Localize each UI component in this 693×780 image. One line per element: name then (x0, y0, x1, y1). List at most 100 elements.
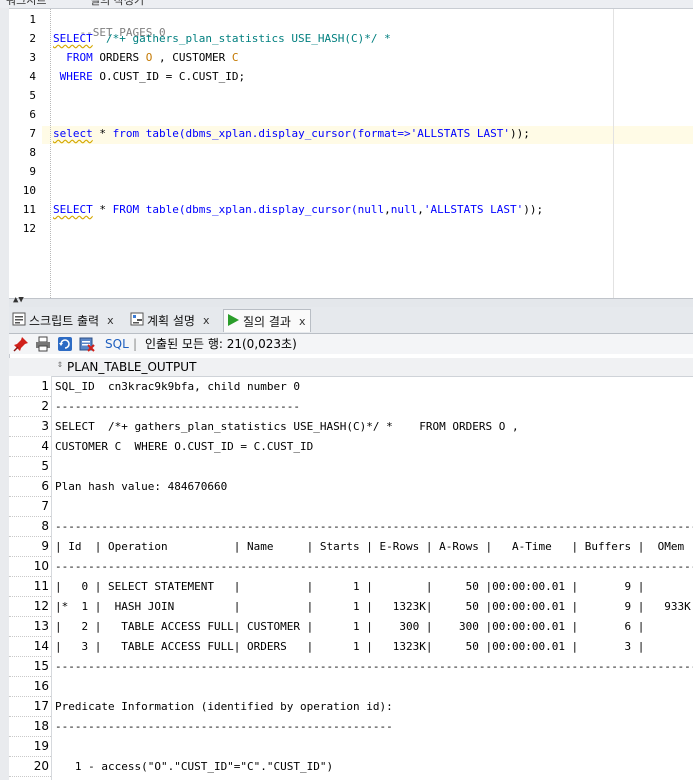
pin-icon[interactable] (13, 336, 29, 352)
line-number: 3 (29, 51, 36, 64)
code-text: , (384, 203, 391, 216)
row-number[interactable]: 17 (9, 699, 49, 713)
row-separator (9, 596, 51, 597)
tab-query-result[interactable]: 질의 결과 x (223, 309, 311, 332)
hint-text: /*+ gathers_plan_statistics USE_HASH(C)*… (92, 32, 391, 45)
top-tab-worksheet[interactable]: 워크시트 (6, 0, 46, 8)
row-number[interactable]: 5 (9, 459, 49, 473)
row-separator (9, 396, 51, 397)
code-line-4[interactable]: WHERE O.CUST_ID = C.CUST_ID; (53, 70, 245, 83)
row-separator (9, 616, 51, 617)
table-row[interactable]: SELECT /*+ gathers_plan_statistics USE_H… (55, 420, 519, 433)
row-number[interactable]: 9 (9, 539, 49, 553)
tab-script-output[interactable]: 스크립트 출력 x (12, 309, 114, 331)
close-icon[interactable]: x (107, 314, 114, 327)
tab-label: 계획 설명 (147, 313, 195, 328)
row-number[interactable]: 2 (9, 399, 49, 413)
line-number-gutter: 1 2 3 4 5 6 7 8 9 10 11 12 (9, 9, 42, 298)
results-toolbar: SQL | 인출된 모든 행: 21(0,023초) (9, 334, 693, 354)
alias-c: C (231, 51, 239, 64)
code-text: * (92, 203, 113, 216)
cancel-fetch-icon[interactable] (79, 336, 95, 352)
table-row[interactable]: | 0 | SELECT STATEMENT | | 1 | | 50 |00:… (55, 580, 693, 593)
sql-editor[interactable]: 1 2 3 4 5 6 7 8 9 10 11 12 --SET PAGES 0… (9, 9, 693, 298)
row-separator (9, 456, 51, 457)
row-number[interactable]: 19 (9, 739, 49, 753)
row-number[interactable]: 15 (9, 659, 49, 673)
line-number: 1 (29, 13, 36, 26)
grid-header: ⇕ PLAN_TABLE_OUTPUT (9, 358, 693, 377)
row-number[interactable]: 10 (9, 559, 49, 573)
code-line-2[interactable]: SELECT /*+ gathers_plan_statistics USE_H… (53, 32, 391, 45)
table-name: , CUSTOMER (152, 51, 232, 64)
table-row[interactable]: CUSTOMER C WHERE O.CUST_ID = C.CUST_ID (55, 440, 313, 453)
results-tab-bar: 스크립트 출력 x 계획 설명 x 질의 결과 x (9, 307, 693, 334)
line-number: 9 (29, 165, 36, 178)
keyword-select: select (53, 127, 93, 140)
row-separator (9, 676, 51, 677)
close-icon[interactable]: x (299, 315, 306, 328)
row-number[interactable]: 6 (9, 479, 49, 493)
table-row[interactable]: Predicate Information (identified by ope… (55, 700, 393, 713)
row-separator (9, 576, 51, 577)
line-number: 7 (29, 127, 36, 140)
line-number: 10 (22, 184, 36, 197)
row-number[interactable]: 16 (9, 679, 49, 693)
code-text: )); (523, 203, 544, 216)
table-row[interactable]: ----------------------------------------… (55, 560, 693, 573)
line-number: 8 (29, 146, 36, 159)
print-icon[interactable] (35, 336, 51, 352)
line-number: 2 (29, 32, 36, 45)
row-separator (9, 476, 51, 477)
function-call: table(dbms_xplan.display_cursor( (139, 127, 358, 140)
code-text: )); (510, 127, 530, 140)
row-number[interactable]: 11 (9, 579, 49, 593)
row-number[interactable]: 8 (9, 519, 49, 533)
table-row[interactable]: SQL_ID cn3krac9k9bfa, child number 0 (55, 380, 300, 393)
table-row[interactable]: 1 - access("O"."CUST_ID"="C"."CUST_ID") (55, 760, 333, 773)
keyword-where: WHERE (53, 70, 93, 83)
row-separator (9, 756, 51, 757)
row-number[interactable]: 13 (9, 619, 49, 633)
row-number[interactable]: 4 (9, 439, 49, 453)
row-number[interactable]: 18 (9, 719, 49, 733)
row-separator (9, 516, 51, 517)
row-number[interactable]: 7 (9, 499, 49, 513)
line-number: 11 (22, 203, 36, 216)
row-number[interactable]: 12 (9, 599, 49, 613)
row-separator (9, 736, 51, 737)
row-number[interactable]: 1 (9, 379, 49, 393)
table-row[interactable]: | Id | Operation | Name | Starts | E-Row… (55, 540, 693, 553)
row-number[interactable]: 20 (9, 759, 49, 773)
row-separator (9, 636, 51, 637)
top-tab-query-builder[interactable]: 질의 작성기 (90, 0, 144, 8)
line-number: 5 (29, 89, 36, 102)
table-row[interactable]: | 2 | TABLE ACCESS FULL| CUSTOMER | 1 | … (55, 620, 693, 633)
row-separator (9, 496, 51, 497)
sql-button[interactable]: SQL (105, 336, 129, 352)
sort-arrows-icon[interactable]: ⇕ (57, 359, 63, 370)
table-row[interactable]: | 3 | TABLE ACCESS FULL| ORDERS | 1 | 13… (55, 640, 693, 653)
code-line-11[interactable]: SELECT * FROM table(dbms_xplan.display_c… (53, 203, 543, 216)
table-row[interactable]: |* 1 | HASH JOIN | | 1 | 1323K| 50 |00:0… (55, 600, 693, 613)
table-name: ORDERS (92, 51, 146, 64)
string-literal: 'ALLSTATS LAST' (410, 127, 511, 140)
table-row[interactable]: ----------------------------------------… (55, 520, 693, 533)
table-row[interactable]: ----------------------------------------… (55, 660, 693, 673)
refresh-icon[interactable] (57, 336, 73, 352)
row-number[interactable]: 3 (9, 419, 49, 433)
tab-explain-plan[interactable]: 계획 설명 x (130, 309, 210, 331)
close-icon[interactable]: x (203, 314, 210, 327)
row-number[interactable]: 14 (9, 639, 49, 653)
table-row[interactable]: ----------------------------------------… (55, 720, 393, 733)
script-output-icon (12, 312, 26, 329)
code-line-3[interactable]: FROM ORDERS O , CUSTOMER C (53, 51, 238, 64)
condition-text: O.CUST_ID = C.CUST_ID; (92, 70, 246, 83)
right-margin-guide (613, 9, 614, 298)
code-line-7[interactable]: select * from table(dbms_xplan.display_c… (53, 127, 530, 140)
row-separator (9, 776, 51, 777)
splitter-arrows-icon[interactable]: ▲▼ (13, 295, 24, 305)
column-header-plan-table-output[interactable]: PLAN_TABLE_OUTPUT (67, 360, 196, 374)
table-row[interactable]: ------------------------------------- (55, 400, 300, 413)
table-row[interactable]: Plan hash value: 484670660 (55, 480, 227, 493)
